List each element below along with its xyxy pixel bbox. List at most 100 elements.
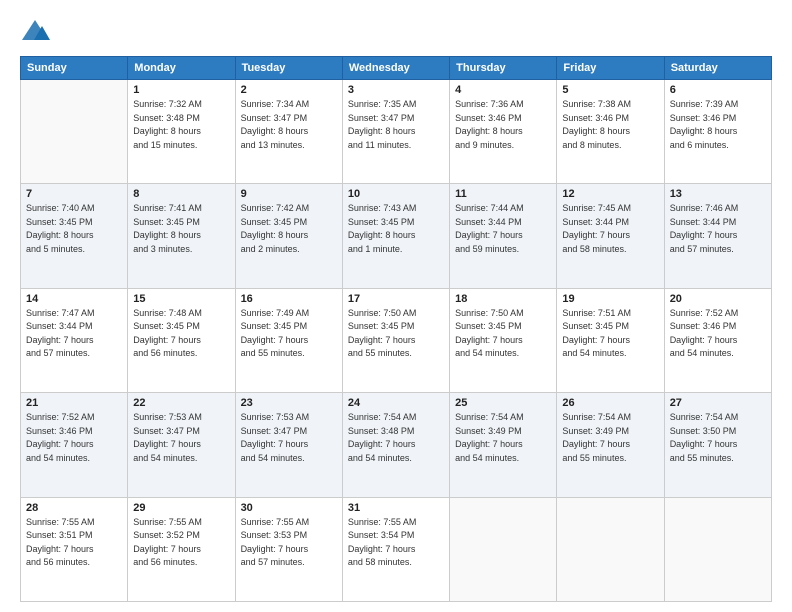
calendar-cell: 9 Sunrise: 7:42 AM Sunset: 3:45 PM Daylig… xyxy=(235,184,342,288)
day-info: Sunrise: 7:43 AM Sunset: 3:45 PM Dayligh… xyxy=(348,202,444,256)
day-info: Sunrise: 7:55 AM Sunset: 3:51 PM Dayligh… xyxy=(26,516,122,570)
calendar-cell: 29 Sunrise: 7:55 AM Sunset: 3:52 PM Dayli… xyxy=(128,497,235,601)
day-info: Sunrise: 7:53 AM Sunset: 3:47 PM Dayligh… xyxy=(133,411,229,465)
day-number: 16 xyxy=(241,293,337,305)
calendar-cell: 1 Sunrise: 7:32 AM Sunset: 3:48 PM Daylig… xyxy=(128,80,235,184)
weekday-header: Tuesday xyxy=(235,57,342,80)
day-info: Sunrise: 7:50 AM Sunset: 3:45 PM Dayligh… xyxy=(348,307,444,361)
day-number: 22 xyxy=(133,397,229,409)
day-info: Sunrise: 7:54 AM Sunset: 3:49 PM Dayligh… xyxy=(562,411,658,465)
day-info: Sunrise: 7:36 AM Sunset: 3:46 PM Dayligh… xyxy=(455,98,551,152)
calendar-week-row: 21 Sunrise: 7:52 AM Sunset: 3:46 PM Dayli… xyxy=(21,393,772,497)
day-info: Sunrise: 7:34 AM Sunset: 3:47 PM Dayligh… xyxy=(241,98,337,152)
day-number: 23 xyxy=(241,397,337,409)
logo xyxy=(20,18,54,48)
calendar-cell: 20 Sunrise: 7:52 AM Sunset: 3:46 PM Dayli… xyxy=(664,288,771,392)
day-number: 7 xyxy=(26,188,122,200)
day-info: Sunrise: 7:48 AM Sunset: 3:45 PM Dayligh… xyxy=(133,307,229,361)
day-number: 5 xyxy=(562,84,658,96)
calendar-cell xyxy=(664,497,771,601)
calendar-cell: 26 Sunrise: 7:54 AM Sunset: 3:49 PM Dayli… xyxy=(557,393,664,497)
day-info: Sunrise: 7:45 AM Sunset: 3:44 PM Dayligh… xyxy=(562,202,658,256)
day-number: 9 xyxy=(241,188,337,200)
day-info: Sunrise: 7:55 AM Sunset: 3:54 PM Dayligh… xyxy=(348,516,444,570)
calendar-cell: 8 Sunrise: 7:41 AM Sunset: 3:45 PM Daylig… xyxy=(128,184,235,288)
day-info: Sunrise: 7:49 AM Sunset: 3:45 PM Dayligh… xyxy=(241,307,337,361)
day-number: 29 xyxy=(133,502,229,514)
day-number: 18 xyxy=(455,293,551,305)
calendar-cell: 13Sunrise: 7:46 AM Sunset: 3:44 PM Dayli… xyxy=(664,184,771,288)
calendar-cell: 25 Sunrise: 7:54 AM Sunset: 3:49 PM Dayli… xyxy=(450,393,557,497)
weekday-header: Sunday xyxy=(21,57,128,80)
day-info: Sunrise: 7:55 AM Sunset: 3:53 PM Dayligh… xyxy=(241,516,337,570)
calendar-header-row: SundayMondayTuesdayWednesdayThursdayFrid… xyxy=(21,57,772,80)
day-info: Sunrise: 7:55 AM Sunset: 3:52 PM Dayligh… xyxy=(133,516,229,570)
logo-icon xyxy=(20,18,50,48)
calendar-cell: 21 Sunrise: 7:52 AM Sunset: 3:46 PM Dayli… xyxy=(21,393,128,497)
weekday-header: Friday xyxy=(557,57,664,80)
day-info: Sunrise: 7:32 AM Sunset: 3:48 PM Dayligh… xyxy=(133,98,229,152)
weekday-header: Thursday xyxy=(450,57,557,80)
calendar-cell: 12 Sunrise: 7:45 AM Sunset: 3:44 PM Dayli… xyxy=(557,184,664,288)
day-number: 8 xyxy=(133,188,229,200)
calendar-week-row: 28 Sunrise: 7:55 AM Sunset: 3:51 PM Dayli… xyxy=(21,497,772,601)
day-number: 26 xyxy=(562,397,658,409)
page: SundayMondayTuesdayWednesdayThursdayFrid… xyxy=(0,0,792,612)
calendar-cell: 31Sunrise: 7:55 AM Sunset: 3:54 PM Dayli… xyxy=(342,497,449,601)
day-number: 2 xyxy=(241,84,337,96)
calendar-cell: 28 Sunrise: 7:55 AM Sunset: 3:51 PM Dayli… xyxy=(21,497,128,601)
calendar-cell: 23 Sunrise: 7:53 AM Sunset: 3:47 PM Dayli… xyxy=(235,393,342,497)
day-info: Sunrise: 7:53 AM Sunset: 3:47 PM Dayligh… xyxy=(241,411,337,465)
header xyxy=(20,18,772,48)
day-number: 15 xyxy=(133,293,229,305)
day-info: Sunrise: 7:54 AM Sunset: 3:49 PM Dayligh… xyxy=(455,411,551,465)
calendar-cell: 15 Sunrise: 7:48 AM Sunset: 3:45 PM Dayli… xyxy=(128,288,235,392)
calendar-cell xyxy=(557,497,664,601)
weekday-header: Monday xyxy=(128,57,235,80)
calendar-cell: 4 Sunrise: 7:36 AM Sunset: 3:46 PM Daylig… xyxy=(450,80,557,184)
day-info: Sunrise: 7:47 AM Sunset: 3:44 PM Dayligh… xyxy=(26,307,122,361)
day-info: Sunrise: 7:50 AM Sunset: 3:45 PM Dayligh… xyxy=(455,307,551,361)
calendar-cell: 27 Sunrise: 7:54 AM Sunset: 3:50 PM Dayli… xyxy=(664,393,771,497)
day-number: 12 xyxy=(562,188,658,200)
calendar-table: SundayMondayTuesdayWednesdayThursdayFrid… xyxy=(20,56,772,602)
day-info: Sunrise: 7:40 AM Sunset: 3:45 PM Dayligh… xyxy=(26,202,122,256)
day-number: 24 xyxy=(348,397,444,409)
day-number: 14 xyxy=(26,293,122,305)
day-number: 28 xyxy=(26,502,122,514)
calendar-cell: 30 Sunrise: 7:55 AM Sunset: 3:53 PM Dayli… xyxy=(235,497,342,601)
calendar-cell: 7 Sunrise: 7:40 AM Sunset: 3:45 PM Daylig… xyxy=(21,184,128,288)
calendar-week-row: 7 Sunrise: 7:40 AM Sunset: 3:45 PM Daylig… xyxy=(21,184,772,288)
calendar-cell: 24 Sunrise: 7:54 AM Sunset: 3:48 PM Dayli… xyxy=(342,393,449,497)
day-number: 25 xyxy=(455,397,551,409)
day-info: Sunrise: 7:52 AM Sunset: 3:46 PM Dayligh… xyxy=(26,411,122,465)
day-number: 4 xyxy=(455,84,551,96)
calendar-cell xyxy=(450,497,557,601)
day-info: Sunrise: 7:38 AM Sunset: 3:46 PM Dayligh… xyxy=(562,98,658,152)
calendar-cell: 11 Sunrise: 7:44 AM Sunset: 3:44 PM Dayli… xyxy=(450,184,557,288)
day-number: 27 xyxy=(670,397,766,409)
calendar-cell: 17 Sunrise: 7:50 AM Sunset: 3:45 PM Dayli… xyxy=(342,288,449,392)
day-info: Sunrise: 7:39 AM Sunset: 3:46 PM Dayligh… xyxy=(670,98,766,152)
day-info: Sunrise: 7:46 AM Sunset: 3:44 PM Dayligh… xyxy=(670,202,766,256)
day-info: Sunrise: 7:42 AM Sunset: 3:45 PM Dayligh… xyxy=(241,202,337,256)
day-info: Sunrise: 7:51 AM Sunset: 3:45 PM Dayligh… xyxy=(562,307,658,361)
calendar-cell: 3Sunrise: 7:35 AM Sunset: 3:47 PM Daylig… xyxy=(342,80,449,184)
calendar-cell xyxy=(21,80,128,184)
day-info: Sunrise: 7:52 AM Sunset: 3:46 PM Dayligh… xyxy=(670,307,766,361)
calendar-cell: 19 Sunrise: 7:51 AM Sunset: 3:45 PM Dayli… xyxy=(557,288,664,392)
day-number: 30 xyxy=(241,502,337,514)
calendar-cell: 5 Sunrise: 7:38 AM Sunset: 3:46 PM Daylig… xyxy=(557,80,664,184)
calendar-cell: 6Sunrise: 7:39 AM Sunset: 3:46 PM Daylig… xyxy=(664,80,771,184)
day-info: Sunrise: 7:54 AM Sunset: 3:48 PM Dayligh… xyxy=(348,411,444,465)
calendar-week-row: 14 Sunrise: 7:47 AM Sunset: 3:44 PM Dayli… xyxy=(21,288,772,392)
day-info: Sunrise: 7:54 AM Sunset: 3:50 PM Dayligh… xyxy=(670,411,766,465)
day-info: Sunrise: 7:41 AM Sunset: 3:45 PM Dayligh… xyxy=(133,202,229,256)
day-number: 11 xyxy=(455,188,551,200)
day-number: 21 xyxy=(26,397,122,409)
day-number: 1 xyxy=(133,84,229,96)
day-number: 17 xyxy=(348,293,444,305)
day-number: 19 xyxy=(562,293,658,305)
day-info: Sunrise: 7:44 AM Sunset: 3:44 PM Dayligh… xyxy=(455,202,551,256)
day-number: 20 xyxy=(670,293,766,305)
